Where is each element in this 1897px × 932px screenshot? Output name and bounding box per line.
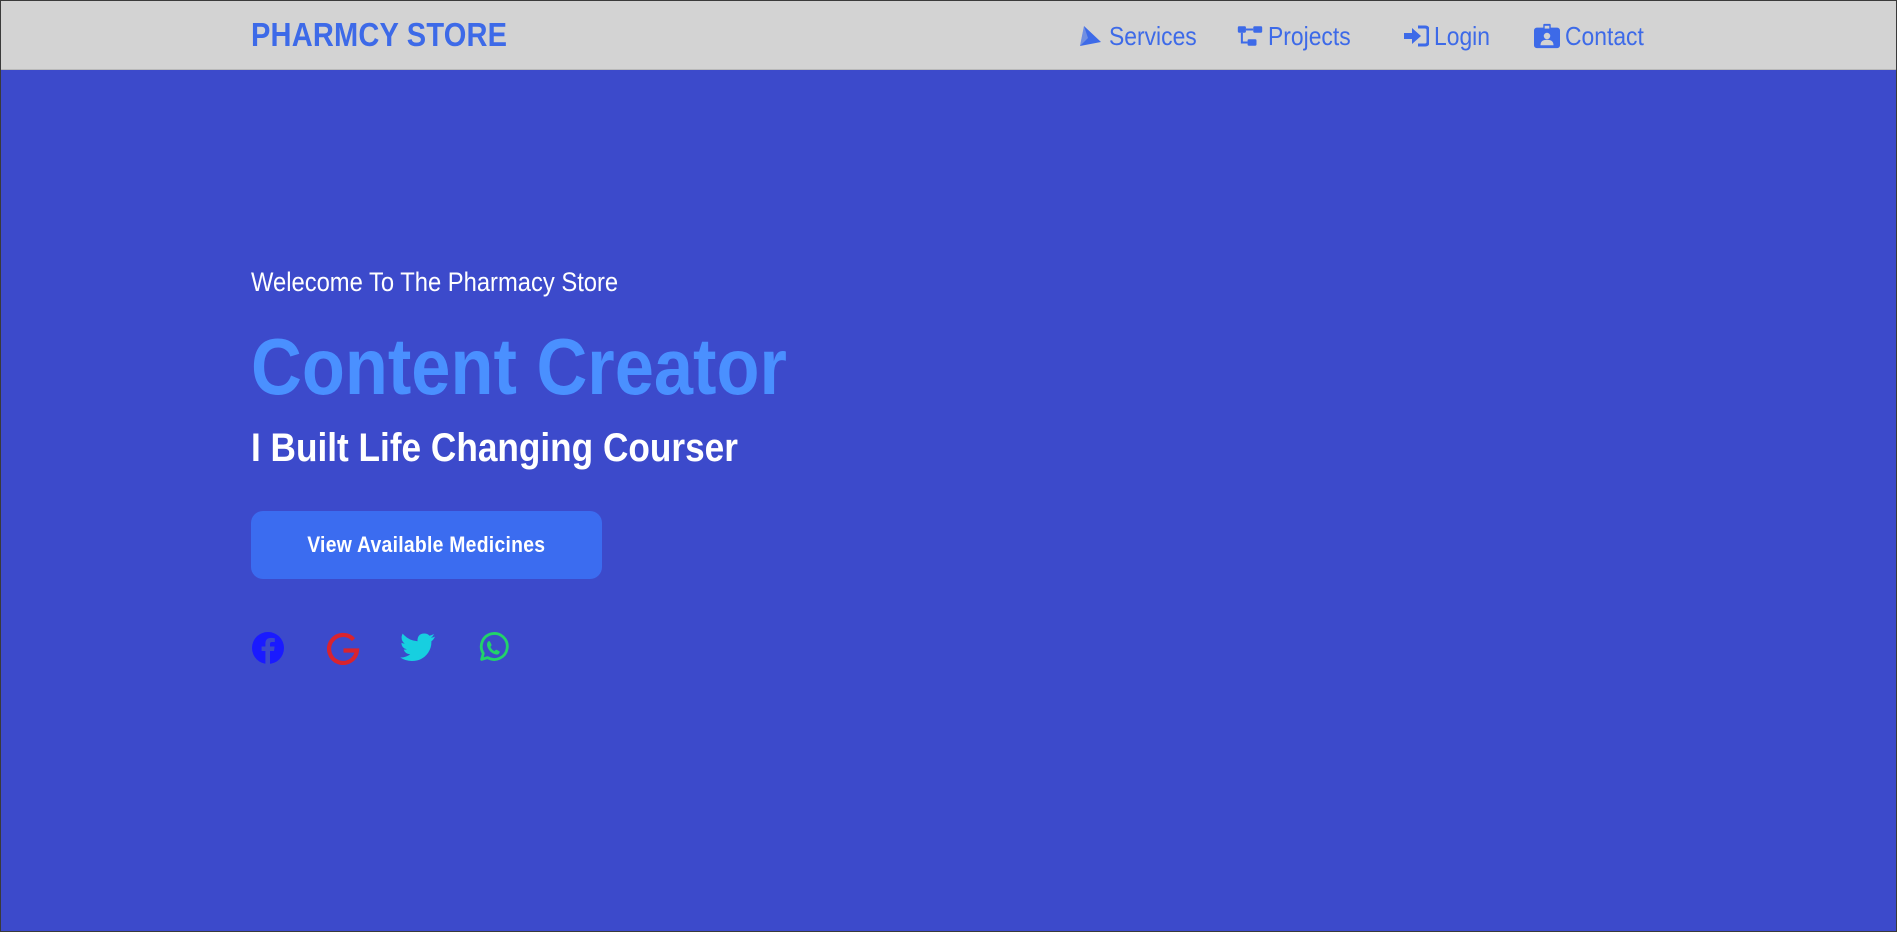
page: PHARMCY STORE Services Projects Login Co…: [0, 0, 1897, 932]
nav-link-label: Login: [1434, 21, 1490, 51]
nav-link-contact[interactable]: Contact: [1534, 18, 1655, 54]
nav-link-label: Projects: [1268, 21, 1351, 51]
nav-links: Services Projects Login Contact: [1, 18, 1896, 54]
nav-link-label: Services: [1109, 21, 1197, 51]
id-badge-icon: [1534, 23, 1560, 49]
hero-subheadline: I Built Life Changing Courser: [251, 426, 738, 470]
view-medicines-button[interactable]: View Available Medicines: [251, 511, 602, 579]
facebook-link[interactable]: [251, 631, 285, 665]
paper-plane-icon: [1078, 23, 1104, 49]
nav-link-services[interactable]: Services: [1078, 18, 1209, 54]
welcome-text: Welecome To The Pharmacy Store: [251, 267, 619, 297]
twitter-icon: [400, 633, 436, 663]
navbar: PHARMCY STORE Services Projects Login Co…: [1, 1, 1896, 70]
google-link[interactable]: [326, 631, 360, 665]
hero-headline: Content Creator: [251, 322, 787, 411]
google-icon: [326, 631, 360, 665]
nav-link-login[interactable]: Login: [1403, 18, 1498, 54]
nav-link-projects[interactable]: Projects: [1237, 18, 1362, 54]
whatsapp-link[interactable]: [476, 631, 510, 665]
whatsapp-icon: [477, 632, 509, 664]
twitter-link[interactable]: [400, 631, 436, 665]
sitemap-icon: [1237, 23, 1263, 49]
facebook-icon: [251, 631, 285, 665]
view-medicines-button-label: View Available Medicines: [307, 532, 546, 557]
nav-link-label: Contact: [1565, 21, 1644, 51]
sign-in-icon: [1403, 23, 1429, 49]
